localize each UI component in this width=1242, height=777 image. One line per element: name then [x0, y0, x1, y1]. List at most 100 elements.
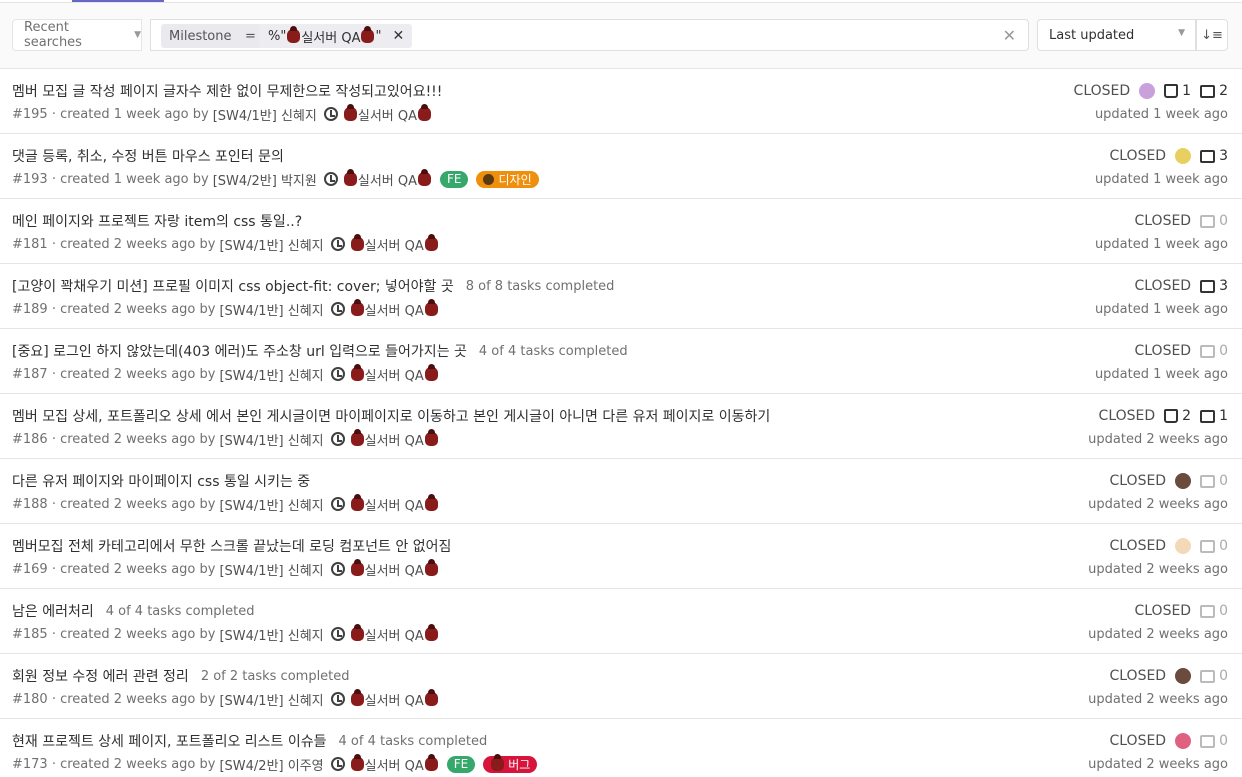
issue-row[interactable]: [고양이 꽉채우기 미션] 프로필 이미지 css object-fit: co… — [0, 264, 1242, 329]
issue-status: CLOSED — [1134, 343, 1192, 359]
issue-author[interactable]: [SW4/2반] 이주영 — [219, 755, 323, 774]
comments-link[interactable]: 0 — [1200, 213, 1228, 229]
issue-milestone[interactable]: 실서버 QA — [350, 559, 439, 579]
filter-token-value[interactable]: %" 실서버 QA " ✕ — [259, 24, 413, 48]
comment-icon — [1200, 539, 1216, 553]
comment-icon — [1200, 409, 1216, 423]
issue-title[interactable]: 멤버 모집 상세, 포트폴리오 상세 에서 본인 게시글이면 마이페이지로 이동… — [12, 406, 770, 426]
comments-link[interactable]: 2 — [1200, 83, 1228, 99]
issue-reference: #193 · created 1 week ago by — [12, 171, 209, 187]
issue-title[interactable]: 멤버 모집 글 작성 페이지 글자수 제한 없이 무제한으로 작성되고있어요!!… — [12, 81, 442, 101]
comments-link[interactable]: 0 — [1200, 733, 1228, 749]
issue-author[interactable]: [SW4/1반] 신혜지 — [219, 690, 323, 709]
issue-milestone[interactable]: 실서버 QA — [343, 169, 432, 189]
recent-searches-dropdown[interactable]: Recent searches ▼ — [12, 19, 142, 51]
clock-icon — [330, 692, 345, 706]
assignee-avatar[interactable] — [1175, 148, 1192, 164]
comment-icon — [1200, 344, 1216, 358]
assignee-avatar[interactable] — [1175, 668, 1192, 684]
issue-row[interactable]: 멤버 모집 상세, 포트폴리오 상세 에서 본인 게시글이면 마이페이지로 이동… — [0, 394, 1242, 459]
issue-title[interactable]: 댓글 등록, 취소, 수정 버튼 마우스 포인터 문의 — [12, 146, 284, 166]
issue-row[interactable]: 현재 프로젝트 상세 페이지, 포트폴리오 리스트 이슈들 4 of 4 tas… — [0, 719, 1242, 777]
clock-icon — [330, 497, 345, 511]
issue-status: CLOSED — [1109, 538, 1167, 554]
issue-label[interactable]: FE — [440, 170, 469, 188]
milestone-text: 실서버 QA — [364, 238, 424, 254]
issue-milestone[interactable]: 실서버 QA — [350, 364, 439, 384]
comments-link[interactable]: 0 — [1200, 668, 1228, 684]
assignee-avatar[interactable] — [1175, 733, 1192, 749]
issue-author[interactable]: [SW4/1반] 신혜지 — [219, 365, 323, 384]
issue-row[interactable]: 댓글 등록, 취소, 수정 버튼 마우스 포인터 문의 #193 · creat… — [0, 134, 1242, 199]
issue-row[interactable]: 남은 에러처리 4 of 4 tasks completed #185 · cr… — [0, 589, 1242, 654]
issue-title[interactable]: 회원 정보 수정 에러 관련 정리 — [12, 666, 189, 686]
bug-emoji-icon — [350, 494, 364, 511]
issue-status: CLOSED — [1134, 278, 1192, 294]
issue-row[interactable]: 회원 정보 수정 에러 관련 정리 2 of 2 tasks completed… — [0, 654, 1242, 719]
issue-milestone[interactable]: 실서버 QA — [350, 234, 439, 254]
comment-icon — [1200, 214, 1216, 228]
issue-milestone[interactable]: 실서버 QA — [350, 494, 439, 514]
issue-title[interactable]: 남은 에러처리 — [12, 601, 94, 621]
issue-row[interactable]: 멤버 모집 글 작성 페이지 글자수 제한 없이 무제한으로 작성되고있어요!!… — [0, 69, 1242, 134]
issue-status: CLOSED — [1134, 603, 1192, 619]
issue-author[interactable]: [SW4/1반] 신혜지 — [219, 430, 323, 449]
issue-milestone[interactable]: 실서버 QA — [350, 299, 439, 319]
issue-label[interactable]: 버그 — [483, 754, 538, 773]
assignee-avatar[interactable] — [1175, 473, 1192, 489]
issue-milestone[interactable]: 실서버 QA — [343, 104, 432, 124]
bug-emoji-icon — [424, 234, 438, 251]
upvotes: 2 — [1164, 408, 1191, 424]
comments-link[interactable]: 3 — [1200, 148, 1228, 164]
issue-title[interactable]: 멤버모집 전체 카테고리에서 무한 스크롤 끝났는데 로딩 컴포넌트 안 없어짐 — [12, 536, 451, 556]
issue-milestone[interactable]: 실서버 QA — [350, 429, 439, 449]
issue-title[interactable]: 다른 유저 페이지와 마이페이지 css 통일 시키는 중 — [12, 471, 310, 491]
issue-milestone[interactable]: 실서버 QA — [350, 689, 439, 709]
issue-title[interactable]: [중요] 로그인 하지 않았는데(403 에러)도 주소창 url 입력으로 들… — [12, 341, 467, 361]
palette-icon — [483, 173, 495, 185]
bug-emoji-icon — [491, 754, 505, 771]
comments-link[interactable]: 3 — [1200, 278, 1228, 294]
comments-link[interactable]: 0 — [1200, 603, 1228, 619]
task-status: 4 of 4 tasks completed — [478, 343, 628, 359]
issue-milestone[interactable]: 실서버 QA — [350, 754, 439, 774]
issue-title[interactable]: [고양이 꽉채우기 미션] 프로필 이미지 css object-fit: co… — [12, 276, 454, 296]
issue-author[interactable]: [SW4/1반] 신혜지 — [219, 300, 323, 319]
remove-token-icon[interactable]: ✕ — [392, 28, 404, 44]
label-text: 디자인 — [498, 172, 532, 187]
assignee-avatar[interactable] — [1139, 83, 1156, 99]
bug-emoji-icon — [343, 169, 357, 186]
issue-author[interactable]: [SW4/1반] 신혜지 — [213, 105, 317, 124]
sort-direction-button[interactable]: ↓≡ — [1196, 19, 1228, 51]
filtered-search-input[interactable]: Milestone = %" 실서버 QA " ✕ ✕ — [150, 19, 1029, 51]
comments-link[interactable]: 0 — [1200, 538, 1228, 554]
comments-link[interactable]: 0 — [1200, 343, 1228, 359]
comments-link[interactable]: 0 — [1200, 473, 1228, 489]
bug-emoji-icon — [424, 754, 438, 771]
updated-time: updated 2 weeks ago — [1088, 431, 1228, 447]
label-text: FE — [447, 172, 462, 186]
issue-title[interactable]: 메인 페이지와 프로젝트 자랑 item의 css 통일..? — [12, 211, 302, 231]
comment-count: 0 — [1219, 213, 1228, 229]
issue-author[interactable]: [SW4/2반] 박지원 — [213, 170, 317, 189]
issue-author[interactable]: [SW4/1반] 신혜지 — [219, 495, 323, 514]
comments-link[interactable]: 1 — [1200, 408, 1228, 424]
issue-author[interactable]: [SW4/1반] 신혜지 — [219, 560, 323, 579]
filter-token-name[interactable]: Milestone — [161, 24, 240, 48]
issue-row[interactable]: [중요] 로그인 하지 않았는데(403 에러)도 주소창 url 입력으로 들… — [0, 329, 1242, 394]
issue-label[interactable]: FE — [446, 755, 476, 773]
issue-milestone[interactable]: 실서버 QA — [350, 624, 439, 644]
issue-row[interactable]: 멤버모집 전체 카테고리에서 무한 스크롤 끝났는데 로딩 컴포넌트 안 없어짐… — [0, 524, 1242, 589]
issue-author[interactable]: [SW4/1반] 신혜지 — [219, 235, 323, 254]
issue-label[interactable]: 디자인 — [476, 170, 539, 188]
milestone-text: 실서버 QA — [357, 108, 417, 124]
issue-row[interactable]: 메인 페이지와 프로젝트 자랑 item의 css 통일..? #181 · c… — [0, 199, 1242, 264]
label-text: FE — [453, 757, 469, 771]
issue-row[interactable]: 다른 유저 페이지와 마이페이지 css 통일 시키는 중 #188 · cre… — [0, 459, 1242, 524]
issue-title[interactable]: 현재 프로젝트 상세 페이지, 포트폴리오 리스트 이슈들 — [12, 731, 327, 751]
assignee-avatar[interactable] — [1175, 538, 1192, 554]
sort-dropdown[interactable]: Last updated ▼ — [1037, 19, 1196, 51]
comment-icon — [1200, 279, 1216, 293]
issue-author[interactable]: [SW4/1반] 신혜지 — [219, 625, 323, 644]
clear-search-icon[interactable]: ✕ — [1003, 26, 1016, 45]
